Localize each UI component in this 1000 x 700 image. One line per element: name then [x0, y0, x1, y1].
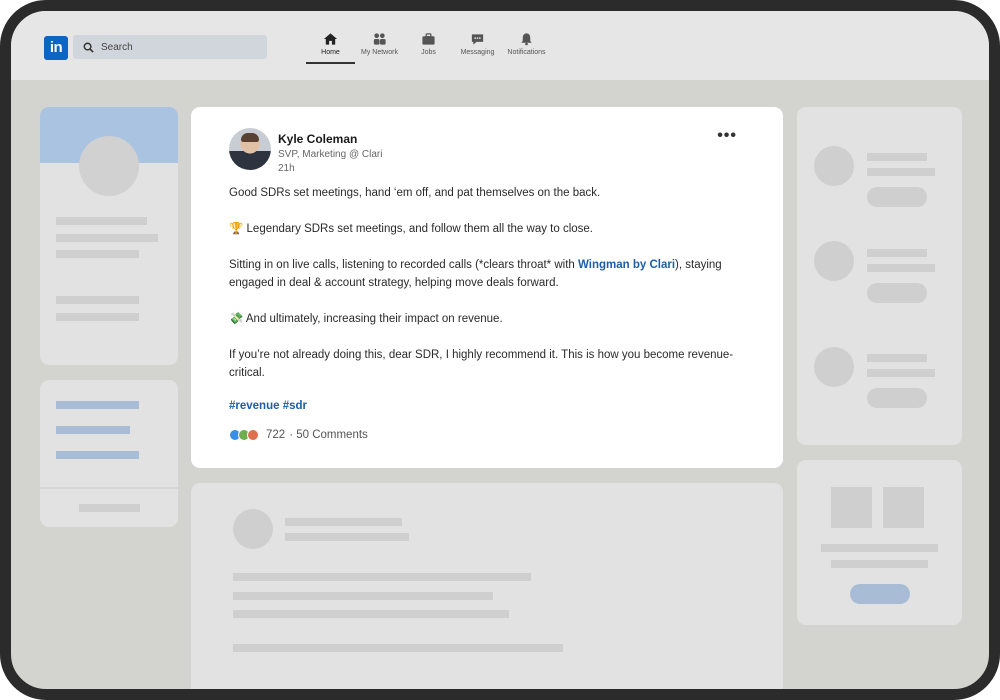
skeleton-line — [56, 313, 139, 321]
post-body: Good SDRs set meetings, hand ‘em off, an… — [229, 184, 739, 400]
nav-notifications-label: Notifications — [507, 49, 546, 56]
skeleton-line — [233, 573, 531, 581]
skeleton-button — [867, 283, 927, 303]
skeleton-line — [56, 234, 158, 242]
skeleton-line — [285, 533, 409, 541]
post-line-2-text: Legendary SDRs set meetings, and follow … — [246, 223, 593, 235]
network-icon — [373, 33, 386, 45]
reactions-count[interactable]: 722 — [266, 429, 285, 441]
wingman-link[interactable]: Wingman by Clari — [578, 259, 675, 271]
bell-icon — [521, 33, 532, 46]
post-line-3: Sitting in on live calls, listening to r… — [229, 256, 739, 292]
nav-messaging[interactable]: Messaging — [453, 32, 502, 63]
search-icon — [83, 42, 94, 53]
suggestion-avatar-placeholder — [814, 146, 854, 186]
ad-image-placeholder — [883, 487, 924, 528]
device-frame: in Search Home My Network Jobs Messaging — [0, 0, 1000, 700]
suggestion-avatar-placeholder — [814, 241, 854, 281]
ad-card-placeholder — [797, 460, 962, 625]
profile-avatar-placeholder — [79, 136, 139, 196]
skeleton-line — [233, 610, 509, 618]
linkedin-logo[interactable]: in — [44, 36, 68, 60]
skeleton-line — [867, 264, 935, 272]
suggestions-card-placeholder — [797, 107, 962, 445]
top-navigation: in Search Home My Network Jobs Messaging — [11, 11, 989, 80]
post-hashtags[interactable]: #revenue #sdr — [229, 400, 307, 412]
post-line-5: If you’re not already doing this, dear S… — [229, 349, 734, 379]
profile-card-placeholder — [40, 107, 178, 365]
skeleton-line — [867, 369, 935, 377]
nav-jobs[interactable]: Jobs — [404, 32, 453, 63]
more-options-button[interactable]: ••• — [717, 127, 737, 145]
post-avatar-placeholder — [233, 509, 273, 549]
skeleton-link — [56, 401, 139, 409]
feed-post-placeholder — [191, 483, 783, 689]
skeleton-line — [867, 153, 927, 161]
search-placeholder: Search — [101, 41, 133, 53]
ad-image-placeholder — [831, 487, 872, 528]
divider — [40, 487, 178, 489]
search-box[interactable]: Search — [73, 35, 267, 59]
nav-my-network-label: My Network — [361, 49, 398, 56]
skeleton-line — [233, 644, 563, 652]
skeleton-link — [56, 451, 139, 459]
home-icon — [323, 33, 338, 45]
skeleton-cta — [850, 584, 910, 604]
skeleton-line — [867, 249, 927, 257]
skeleton-line — [285, 518, 402, 526]
post-line-2: 🏆 Legendary SDRs set meetings, and follo… — [229, 220, 739, 238]
skeleton-button — [867, 388, 927, 408]
trophy-icon: 🏆 — [229, 223, 244, 235]
author-name[interactable]: Kyle Coleman — [278, 132, 357, 146]
post-line-3-before: Sitting in on live calls, listening to r… — [229, 259, 578, 271]
nav-jobs-label: Jobs — [421, 49, 436, 56]
skeleton-line — [821, 544, 938, 552]
skeleton-link — [56, 426, 130, 434]
featured-post: Kyle Coleman SVP, Marketing @ Clari 21h … — [191, 107, 783, 468]
nav-home-label: Home — [321, 49, 340, 56]
skeleton-line — [233, 592, 493, 600]
chat-icon — [471, 34, 484, 45]
post-line-4: 💸 And ultimately, increasing their impac… — [229, 310, 739, 328]
post-line-1: Good SDRs set meetings, hand ‘em off, an… — [229, 187, 601, 199]
post-line-4-text: And ultimately, increasing their impact … — [245, 313, 503, 325]
skeleton-line — [56, 217, 147, 225]
skeleton-button — [867, 187, 927, 207]
reactions-bar[interactable]: 722 · 50 Comments — [229, 429, 368, 441]
nav-messaging-label: Messaging — [460, 49, 495, 56]
nav-my-network[interactable]: My Network — [355, 32, 404, 63]
nav-home[interactable]: Home — [306, 32, 355, 64]
skeleton-line — [831, 560, 928, 568]
shortcuts-card-placeholder — [40, 380, 178, 527]
author-avatar[interactable] — [229, 128, 271, 170]
post-time: 21h — [278, 163, 295, 174]
skeleton-line — [867, 168, 935, 176]
skeleton-line — [56, 296, 139, 304]
briefcase-icon — [422, 33, 435, 45]
skeleton-line — [79, 504, 140, 512]
author-title: SVP, Marketing @ Clari — [278, 149, 383, 160]
money-icon: 💸 — [229, 313, 244, 325]
nav-notifications[interactable]: Notifications — [502, 32, 551, 63]
comments-count[interactable]: · 50 Comments — [289, 429, 368, 441]
avatar-hair — [241, 133, 259, 142]
skeleton-line — [867, 354, 927, 362]
skeleton-line — [56, 250, 139, 258]
suggestion-avatar-placeholder — [814, 347, 854, 387]
love-icon — [247, 429, 259, 441]
reaction-icons — [229, 429, 259, 441]
nav-items: Home My Network Jobs Messaging Notificat… — [306, 32, 551, 64]
